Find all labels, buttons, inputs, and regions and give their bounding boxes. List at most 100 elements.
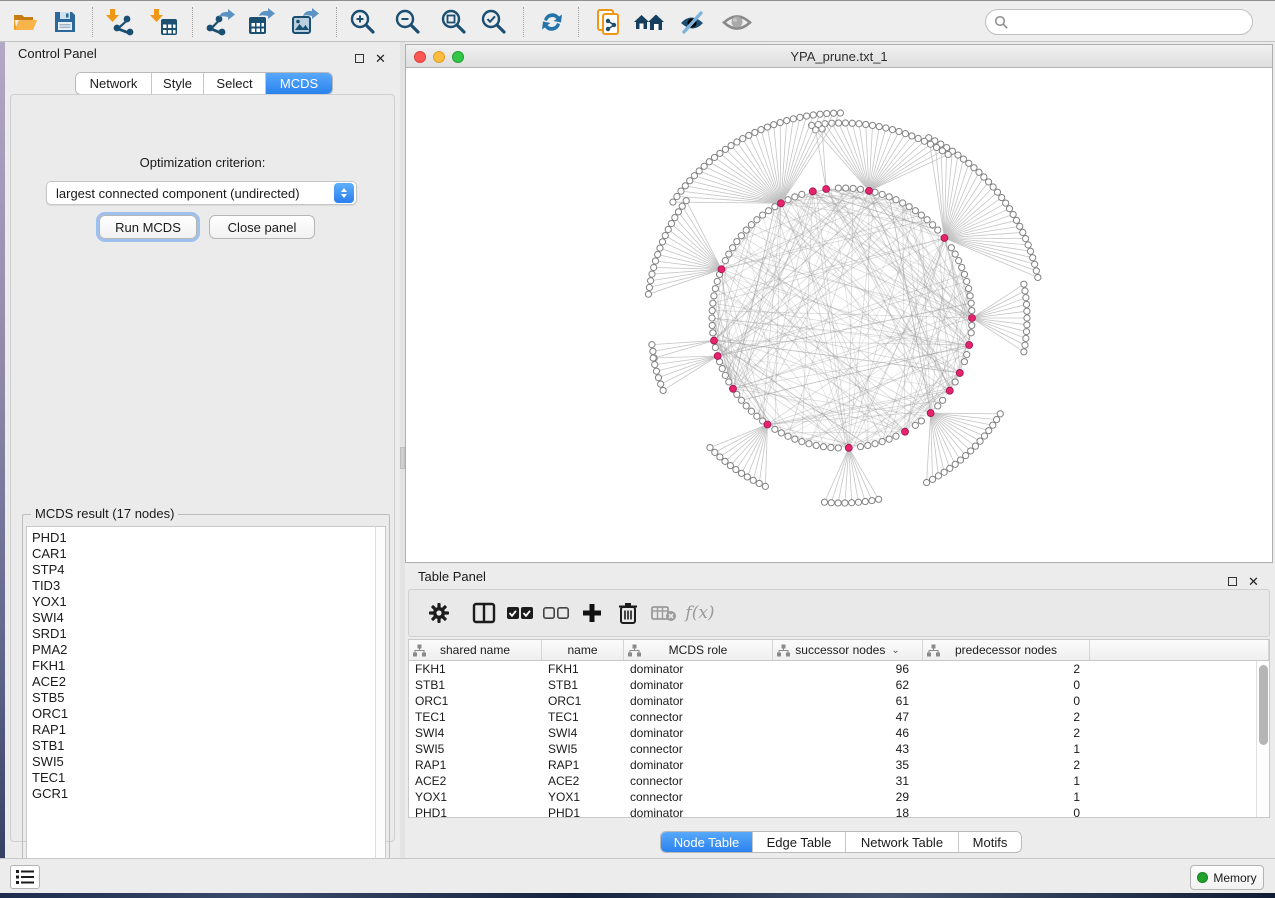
column-selector-button[interactable] xyxy=(466,595,502,631)
function-builder-button[interactable]: f(x) xyxy=(682,595,718,631)
mcds-result-item[interactable]: ORC1 xyxy=(32,706,375,722)
table-row[interactable]: FKH1FKH1dominator962 xyxy=(409,661,1256,677)
houses-button[interactable] xyxy=(632,5,666,39)
add-column-button[interactable] xyxy=(574,595,610,631)
mcds-result-item[interactable]: STB1 xyxy=(32,738,375,754)
window-minimize-icon[interactable] xyxy=(433,51,445,63)
tab-network-table[interactable]: Network Table xyxy=(846,832,959,852)
clear-table-button[interactable] xyxy=(646,595,682,631)
table-header-row: shared name nameMCDS rolesuccessor nodes⌄… xyxy=(409,640,1269,661)
memory-button[interactable]: Memory xyxy=(1190,865,1264,890)
export-table-button[interactable] xyxy=(245,5,279,39)
float-table-panel-button[interactable] xyxy=(1228,570,1241,583)
close-table-panel-button[interactable]: ✕ xyxy=(1248,570,1261,583)
copy-network-button[interactable] xyxy=(592,5,626,39)
mcds-result-item[interactable]: SWI5 xyxy=(32,754,375,770)
float-panel-button[interactable] xyxy=(355,47,368,60)
mcds-result-item[interactable]: SWI4 xyxy=(32,610,375,626)
tab-edge-table[interactable]: Edge Table xyxy=(753,832,846,852)
mcds-result-item[interactable]: RAP1 xyxy=(32,722,375,738)
import-table-button[interactable] xyxy=(147,5,181,39)
mcds-result-item[interactable]: TEC1 xyxy=(32,770,375,786)
mcds-result-item[interactable]: GCR1 xyxy=(32,786,375,802)
column-header-predecessor-nodes[interactable]: predecessor nodes xyxy=(923,640,1090,660)
mcds-result-item[interactable]: PHD1 xyxy=(32,530,375,546)
save-session-button[interactable] xyxy=(48,5,82,39)
run-mcds-button[interactable]: Run MCDS xyxy=(99,215,197,239)
mcds-result-item[interactable]: TID3 xyxy=(32,578,375,594)
open-session-button[interactable] xyxy=(8,5,42,39)
clear-table-icon xyxy=(651,603,677,623)
export-network-button[interactable] xyxy=(203,5,237,39)
mcds-list-scrollbar[interactable] xyxy=(375,526,386,882)
mcds-result-item[interactable]: SRD1 xyxy=(32,626,375,642)
select-all-button[interactable] xyxy=(502,595,538,631)
mcds-result-item[interactable]: YOX1 xyxy=(32,594,375,610)
table-rows: FKH1FKH1dominator962STB1STB1dominator620… xyxy=(409,661,1256,817)
table-row[interactable]: TEC1TEC1connector472 xyxy=(409,709,1256,725)
column-header-name[interactable]: name xyxy=(542,640,624,660)
close-panel-action-button[interactable]: Close panel xyxy=(209,215,315,239)
table-scrollbar-thumb[interactable] xyxy=(1259,665,1268,745)
mcds-result-item[interactable]: CAR1 xyxy=(32,546,375,562)
export-image-button[interactable] xyxy=(289,5,323,39)
table-row[interactable]: SWI4SWI4dominator462 xyxy=(409,725,1256,741)
main-toolbar xyxy=(0,0,1275,42)
zoom-fit-button[interactable] xyxy=(436,5,470,39)
tab-motifs[interactable]: Motifs xyxy=(959,832,1021,852)
mcds-result-list[interactable]: PHD1CAR1STP4TID3YOX1SWI4SRD1PMA2FKH1ACE2… xyxy=(26,526,375,882)
import-network-button[interactable] xyxy=(103,5,137,39)
column-header-MCDS-role[interactable]: MCDS role xyxy=(624,640,773,660)
network-window-title: YPA_prune.txt_1 xyxy=(406,45,1272,68)
table-cell: connector xyxy=(624,709,773,725)
search-input[interactable] xyxy=(1009,15,1252,29)
column-header-shared-name[interactable]: shared name xyxy=(409,640,542,660)
zoom-out-button[interactable] xyxy=(390,5,424,39)
tab-node-table[interactable]: Node Table xyxy=(661,832,753,852)
table-row[interactable]: PHD1PHD1dominator180 xyxy=(409,805,1256,817)
float-icon xyxy=(1228,577,1237,586)
table-cell: connector xyxy=(624,789,773,805)
table-scrollbar[interactable] xyxy=(1256,661,1269,817)
tab-style[interactable]: Style xyxy=(152,73,204,94)
table-row[interactable]: SWI5SWI5connector431 xyxy=(409,741,1256,757)
table-row[interactable]: YOX1YOX1connector291 xyxy=(409,789,1256,805)
deselect-all-button[interactable] xyxy=(538,595,574,631)
column-type-icon xyxy=(413,644,426,657)
search-field[interactable] xyxy=(985,9,1253,35)
refresh-button[interactable] xyxy=(535,5,569,39)
mcds-result-item[interactable]: ACE2 xyxy=(32,674,375,690)
table-row[interactable]: ACE2ACE2connector311 xyxy=(409,773,1256,789)
mcds-result-item[interactable]: FKH1 xyxy=(32,658,375,674)
settings-gear-button[interactable] xyxy=(421,595,457,631)
zoom-selected-button[interactable] xyxy=(476,5,510,39)
network-window-titlebar[interactable]: YPA_prune.txt_1 xyxy=(406,45,1272,68)
eye-button[interactable] xyxy=(720,5,754,39)
table-row[interactable]: RAP1RAP1dominator352 xyxy=(409,757,1256,773)
zoom-in-button[interactable] xyxy=(345,5,379,39)
table-cell: 96 xyxy=(773,661,923,677)
column-label: shared name xyxy=(440,643,510,657)
column-header-successor-nodes[interactable]: successor nodes⌄ xyxy=(773,640,923,660)
mcds-result-item[interactable]: STB5 xyxy=(32,690,375,706)
column-selector-icon xyxy=(472,601,496,625)
window-zoom-icon[interactable] xyxy=(452,51,464,63)
table-row[interactable]: ORC1ORC1dominator610 xyxy=(409,693,1256,709)
task-history-button[interactable] xyxy=(10,865,40,889)
table-row[interactable]: STB1STB1dominator620 xyxy=(409,677,1256,693)
hide-details-button[interactable] xyxy=(676,5,710,39)
window-close-icon[interactable] xyxy=(414,51,426,63)
deselect-all-icon xyxy=(542,603,570,623)
network-canvas[interactable] xyxy=(406,68,1272,562)
delete-column-button[interactable] xyxy=(610,595,646,631)
table-cell: SWI4 xyxy=(542,725,624,741)
tab-select[interactable]: Select xyxy=(204,73,266,94)
tab-network[interactable]: Network xyxy=(76,73,152,94)
close-panel-button[interactable]: ✕ xyxy=(375,47,388,60)
mcds-result-item[interactable]: PMA2 xyxy=(32,642,375,658)
mcds-result-item[interactable]: STP4 xyxy=(32,562,375,578)
zoom-fit-icon xyxy=(438,7,468,37)
table-cell: 31 xyxy=(773,773,923,789)
optimization-criterion-select[interactable]: largest connected component (undirected) xyxy=(46,181,357,205)
tab-mcds[interactable]: MCDS xyxy=(266,73,332,94)
